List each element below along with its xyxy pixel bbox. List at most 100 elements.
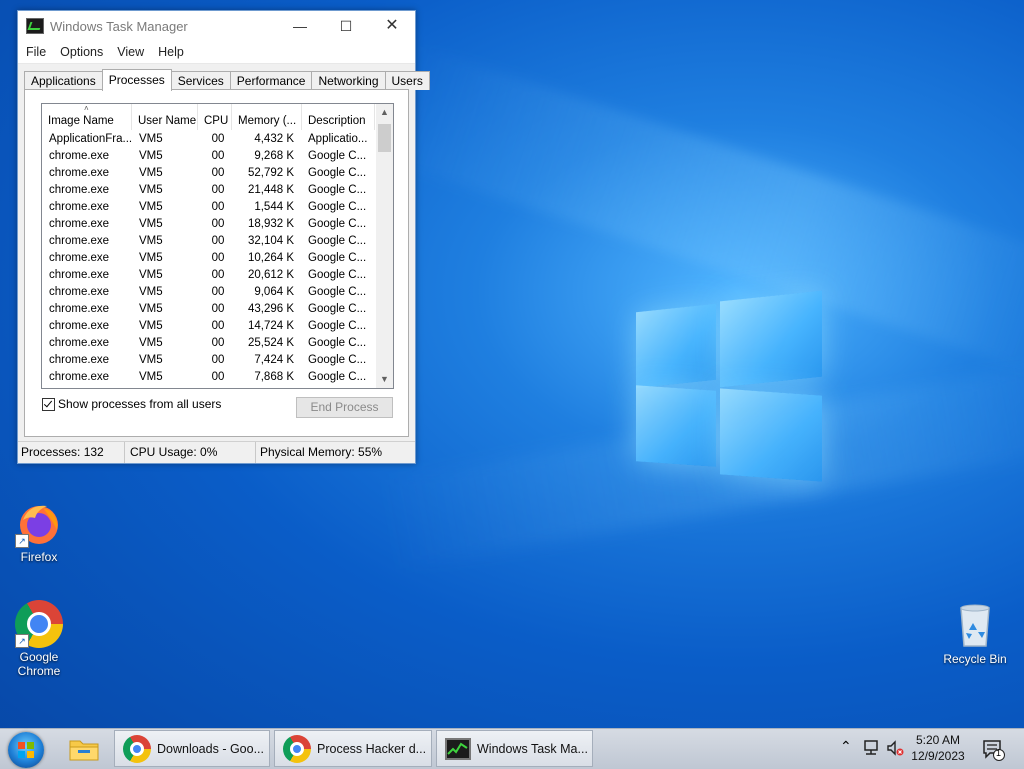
title-bar[interactable]: Windows Task Manager — ☐ ✕: [18, 11, 415, 41]
process-image-name: chrome.exe: [49, 303, 110, 315]
table-row[interactable]: chrome.exe VM5 00 7,868 K Google C...: [42, 369, 375, 386]
column-header-cpu[interactable]: CPU: [198, 104, 232, 130]
process-user-name: VM5: [139, 269, 163, 281]
vertical-scrollbar[interactable]: ▲ ▼: [376, 104, 393, 388]
process-description: Google C...: [308, 252, 367, 264]
status-bar: Processes: 132 CPU Usage: 0% Physical Me…: [18, 441, 415, 463]
menu-file[interactable]: File: [20, 45, 54, 59]
process-user-name: VM5: [139, 286, 163, 298]
column-header-description[interactable]: Description: [302, 104, 375, 130]
process-cpu: 00: [211, 371, 225, 383]
status-physical-memory: Physical Memory: 55%: [260, 445, 383, 459]
process-image-name: chrome.exe: [49, 150, 110, 162]
desktop-icon-label: Google Chrome: [17, 650, 61, 678]
column-header-image-name[interactable]: ˄ Image Name: [42, 104, 132, 130]
notification-icon: [983, 740, 1005, 761]
process-image-name: chrome.exe: [49, 201, 110, 213]
network-icon[interactable]: [862, 739, 880, 760]
scroll-thumb[interactable]: [378, 124, 391, 152]
table-row[interactable]: chrome.exe VM5 00 9,064 K Google C...: [42, 284, 375, 301]
process-memory: 9,064 K: [254, 286, 294, 298]
process-image-name: chrome.exe: [49, 235, 110, 247]
taskbar-file-explorer[interactable]: [68, 729, 102, 768]
scroll-up-icon[interactable]: ▲: [376, 104, 393, 121]
table-row[interactable]: chrome.exe VM5 00 18,932 K Google C...: [42, 216, 375, 233]
taskbar: Downloads - Goo... Process Hacker d... W…: [0, 728, 1024, 769]
table-row[interactable]: chrome.exe VM5 00 21,448 K Google C...: [42, 182, 375, 199]
scroll-down-icon[interactable]: ▼: [376, 371, 393, 388]
action-center-button[interactable]: 1: [982, 739, 1006, 764]
start-button[interactable]: [8, 732, 44, 768]
desktop-icon-google-chrome[interactable]: ↗ Google Chrome: [0, 600, 78, 678]
process-user-name: VM5: [139, 184, 163, 196]
firefox-icon: ↗: [15, 500, 63, 548]
taskbar-button-downloads[interactable]: Downloads - Goo...: [114, 730, 270, 767]
maximize-button[interactable]: ☐: [323, 11, 369, 41]
process-description: Google C...: [308, 303, 367, 315]
process-description: Google C...: [308, 371, 367, 383]
window-title: Windows Task Manager: [50, 18, 188, 34]
process-description: Google C...: [308, 167, 367, 179]
menu-view[interactable]: View: [111, 45, 152, 59]
process-cpu: 00: [211, 303, 225, 315]
show-hidden-icons-chevron-icon[interactable]: ⌃: [840, 738, 852, 755]
wallpaper-windows-logo: [636, 290, 822, 482]
process-image-name: chrome.exe: [49, 269, 110, 281]
process-user-name: VM5: [139, 133, 163, 145]
column-header-memory[interactable]: Memory (...: [232, 104, 302, 130]
tab-users[interactable]: Users: [384, 71, 430, 90]
process-description: Google C...: [308, 184, 367, 196]
desktop-icon-label: Recycle Bin: [943, 652, 1007, 666]
process-memory: 10,264 K: [247, 252, 294, 264]
processes-panel: ˄ Image Name User Name CPU Memory (... D…: [24, 89, 409, 437]
tab-services[interactable]: Services: [170, 71, 231, 90]
table-row[interactable]: chrome.exe VM5 00 10,264 K Google C...: [42, 250, 375, 267]
status-cpu-usage: CPU Usage: 0%: [125, 442, 256, 463]
process-cpu: 00: [211, 218, 225, 230]
process-cpu: 00: [211, 150, 225, 162]
process-memory: 9,268 K: [254, 150, 294, 162]
process-image-name: chrome.exe: [49, 337, 110, 349]
volume-muted-icon[interactable]: [886, 739, 904, 760]
minimize-button[interactable]: —: [277, 11, 323, 41]
end-process-button[interactable]: End Process: [296, 397, 393, 418]
process-user-name: VM5: [139, 337, 163, 349]
process-cpu: 00: [211, 235, 225, 247]
process-user-name: VM5: [139, 235, 163, 247]
table-row[interactable]: chrome.exe VM5 00 1,544 K Google C...: [42, 199, 375, 216]
table-row[interactable]: ApplicationFra... VM5 00 4,432 K Applicatio.…: [42, 131, 375, 148]
system-clock[interactable]: 5:20 AM 12/9/2023: [905, 732, 971, 764]
column-headers: ˄ Image Name User Name CPU Memory (... D…: [42, 104, 375, 130]
tab-applications[interactable]: Applications: [24, 71, 103, 90]
process-user-name: VM5: [139, 320, 163, 332]
table-row[interactable]: chrome.exe VM5 00 43,296 K Google C...: [42, 301, 375, 318]
tab-networking[interactable]: Networking: [311, 71, 386, 90]
notification-count-badge: 1: [996, 748, 1002, 758]
close-button[interactable]: ✕: [369, 11, 415, 41]
desktop-icon-firefox[interactable]: ↗ Firefox: [0, 500, 78, 564]
table-row[interactable]: chrome.exe VM5 00 14,724 K Google C...: [42, 318, 375, 335]
table-row[interactable]: chrome.exe VM5 00 7,424 K Google C...: [42, 352, 375, 369]
process-cpu: 00: [211, 167, 225, 179]
taskbar-button-process-hacker[interactable]: Process Hacker d...: [274, 730, 432, 767]
menu-help[interactable]: Help: [152, 45, 192, 59]
tab-processes[interactable]: Processes: [101, 69, 172, 91]
process-user-name: VM5: [139, 201, 163, 213]
column-header-user-name[interactable]: User Name: [132, 104, 198, 130]
taskbar-button-task-manager[interactable]: Windows Task Ma...: [436, 730, 593, 767]
table-row[interactable]: chrome.exe VM5 00 9,268 K Google C...: [42, 148, 375, 165]
menu-options[interactable]: Options: [54, 45, 111, 59]
process-description: Google C...: [308, 269, 367, 281]
process-list[interactable]: ˄ Image Name User Name CPU Memory (... D…: [41, 103, 394, 389]
table-row[interactable]: chrome.exe VM5 00 20,612 K Google C...: [42, 267, 375, 284]
table-row[interactable]: chrome.exe VM5 00 52,792 K Google C...: [42, 165, 375, 182]
tab-performance[interactable]: Performance: [229, 71, 313, 90]
table-row[interactable]: chrome.exe VM5 00 25,524 K Google C...: [42, 335, 375, 352]
tab-strip: Applications Processes Services Performa…: [24, 69, 430, 91]
show-all-users-checkbox[interactable]: [42, 397, 55, 411]
show-all-users-label: Show processes from all users: [58, 397, 222, 411]
table-row[interactable]: chrome.exe VM5 00 32,104 K Google C...: [42, 233, 375, 250]
process-memory: 43,296 K: [247, 303, 294, 315]
desktop-icon-recycle-bin[interactable]: Recycle Bin: [936, 602, 1014, 666]
show-all-users-option[interactable]: Show processes from all users: [42, 397, 221, 411]
